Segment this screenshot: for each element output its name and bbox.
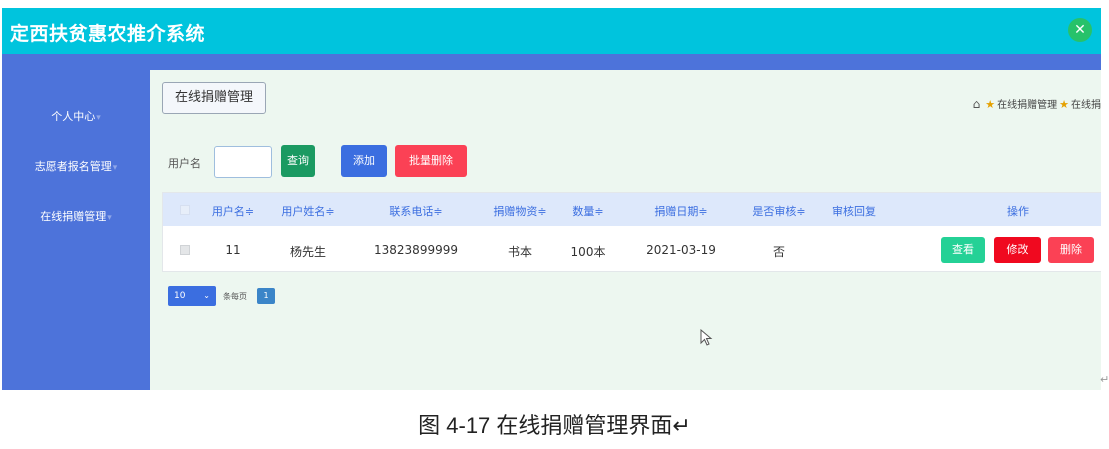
- page-number-button[interactable]: 1: [257, 288, 275, 304]
- column-header-phone[interactable]: 联系电话≑: [389, 203, 442, 219]
- cell-donated-item: 书本: [507, 245, 533, 259]
- sidebar-item-personal-center[interactable]: 个人中心▾: [2, 108, 150, 124]
- star-icon: ★: [1059, 98, 1069, 111]
- username-search-input[interactable]: [214, 146, 272, 178]
- edit-button[interactable]: 修改: [994, 237, 1041, 263]
- column-header-quantity[interactable]: 数量≑: [572, 203, 603, 219]
- cell-username: 11: [225, 243, 241, 257]
- username-label: 用户名: [168, 157, 201, 170]
- app-title: 定西扶贫惠农推介系统: [10, 23, 206, 45]
- page-title-button[interactable]: 在线捐赠管理: [162, 82, 267, 114]
- app-header: 定西扶贫惠农推介系统 ✕: [2, 8, 1101, 54]
- chevron-down-icon: ⌄: [203, 291, 210, 300]
- close-icon[interactable]: ✕: [1068, 18, 1092, 42]
- sidebar-item-volunteer-registration[interactable]: 志愿者报名管理▾: [2, 158, 150, 174]
- sidebar-item-online-donation[interactable]: 在线捐赠管理▾: [2, 208, 150, 224]
- page-size-select[interactable]: 10 ⌄: [168, 286, 216, 306]
- home-icon[interactable]: ⌂: [973, 97, 981, 111]
- column-header-donation-date[interactable]: 捐赠日期≑: [654, 203, 707, 219]
- column-header-review-reply: 审核回复: [832, 205, 876, 218]
- batch-delete-button[interactable]: 批量删除: [395, 145, 467, 177]
- chevron-down-icon: ▾: [112, 163, 118, 173]
- main-content: 在线捐赠管理 ⌂ ★ 在线捐赠管理 ★ 在线捐 用户名 查询 添加 批量删除 用户名≑ …: [150, 70, 1101, 390]
- delete-button[interactable]: 删除: [1048, 237, 1094, 263]
- figure-caption: 图 4-17 在线捐赠管理界面↵: [418, 413, 691, 438]
- sidebar-item-label: 个人中心: [51, 110, 96, 123]
- cell-phone: 13823899999: [374, 243, 458, 257]
- app-screenshot: 定西扶贫惠农推介系统 ✕ 个人中心▾ 志愿者报名管理▾ 在线捐赠管理▾ 在线捐赠…: [2, 8, 1101, 390]
- mouse-cursor-icon: [700, 329, 713, 346]
- cell-donation-date: 2021-03-19: [646, 243, 716, 257]
- cell-reviewed: 否: [772, 245, 786, 259]
- chevron-down-icon: ▾: [107, 213, 112, 223]
- select-all-checkbox[interactable]: [180, 205, 190, 215]
- sidebar-item-label: 志愿者报名管理: [34, 160, 112, 173]
- star-icon: ★: [985, 98, 996, 111]
- add-button[interactable]: 添加: [341, 145, 387, 177]
- cell-quantity: 100本: [570, 245, 606, 259]
- column-header-donated-item[interactable]: 捐赠物资≑: [493, 203, 546, 219]
- view-button[interactable]: 查看: [941, 237, 985, 263]
- breadcrumb-item[interactable]: 在线捐: [1071, 100, 1101, 111]
- column-header-actions: 操作: [1007, 205, 1029, 218]
- column-header-username[interactable]: 用户名≑: [212, 203, 254, 219]
- query-button[interactable]: 查询: [281, 145, 315, 177]
- return-mark-icon: ↵: [1100, 373, 1109, 386]
- sidebar-item-label: 在线捐赠管理: [40, 210, 107, 223]
- donation-table: 用户名≑ 用户姓名≑ 联系电话≑ 捐赠物资≑ 数量≑ 捐赠日期≑ 是否审核≑ 审…: [162, 192, 1101, 272]
- cell-real-name: 杨先生: [289, 245, 327, 259]
- breadcrumb-item[interactable]: 在线捐赠管理: [997, 100, 1057, 111]
- row-checkbox[interactable]: [180, 245, 190, 255]
- column-header-real-name[interactable]: 用户姓名≑: [281, 203, 334, 219]
- header-band: [2, 54, 1101, 70]
- table-header: 用户名≑ 用户姓名≑ 联系电话≑ 捐赠物资≑ 数量≑ 捐赠日期≑ 是否审核≑ 审…: [163, 193, 1101, 226]
- page-size-value: 10: [174, 291, 186, 301]
- per-page-label: 条每页: [223, 292, 247, 301]
- breadcrumb: ⌂ ★ 在线捐赠管理 ★ 在线捐: [973, 96, 1101, 111]
- sidebar: 个人中心▾ 志愿者报名管理▾ 在线捐赠管理▾: [2, 70, 150, 390]
- chevron-down-icon: ▾: [96, 113, 101, 123]
- column-header-reviewed[interactable]: 是否审核≑: [752, 203, 805, 219]
